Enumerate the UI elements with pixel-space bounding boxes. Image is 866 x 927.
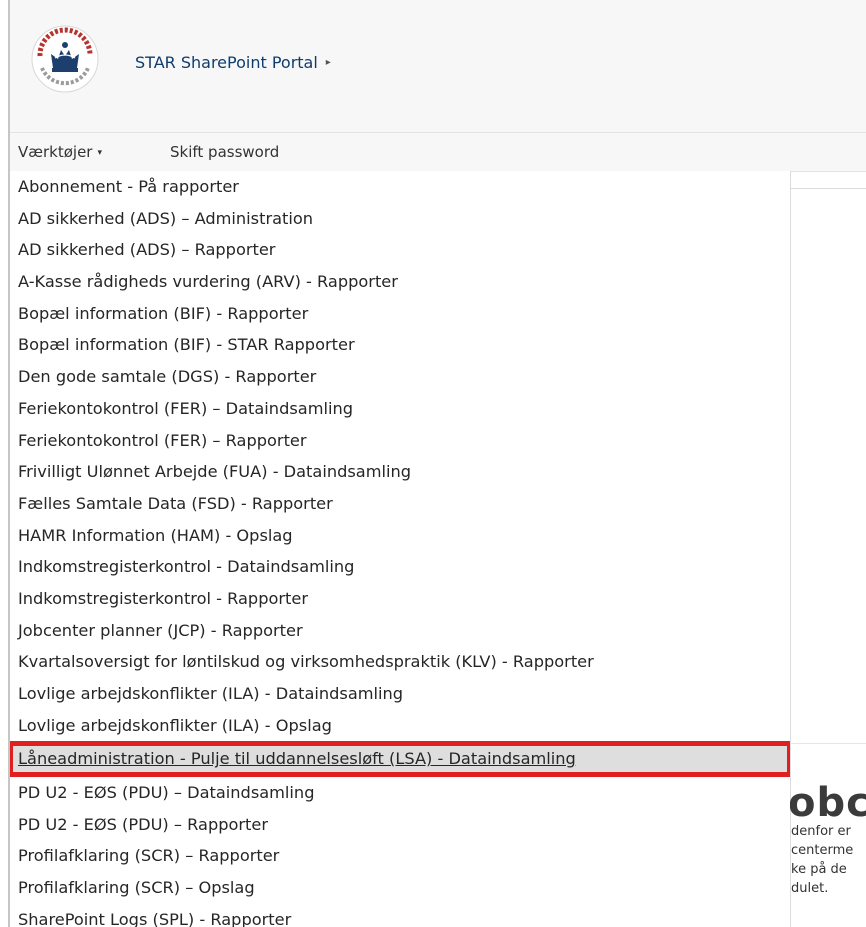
menu-item[interactable]: Feriekontokontrol (FER) – Rapporter <box>10 425 790 457</box>
menu-item[interactable]: AD sikkerhed (ADS) – Rapporter <box>10 234 790 266</box>
menu-item[interactable]: A-Kasse rådigheds vurdering (ARV) - Rapp… <box>10 266 790 298</box>
menu-item[interactable]: Lovlige arbejdskonflikter (ILA) - Datain… <box>10 678 790 710</box>
menu-item[interactable]: Bopæl information (BIF) - STAR Rapporter <box>10 329 790 361</box>
menu-item[interactable]: Fælles Samtale Data (FSD) - Rapporter <box>10 488 790 520</box>
background-text-line: denfor er <box>791 824 851 839</box>
menu-item[interactable]: Bopæl information (BIF) - Rapporter <box>10 298 790 330</box>
menu-item[interactable]: Feriekontokontrol (FER) – Dataindsamling <box>10 393 790 425</box>
menu-item[interactable]: Profilafklaring (SCR) – Opslag <box>10 872 790 904</box>
menu-item[interactable]: Kvartalsoversigt for løntilskud og virks… <box>10 646 790 678</box>
menu-item[interactable]: Abonnement - På rapporter <box>10 171 790 203</box>
menu-item[interactable]: SharePoint Logs (SPL) - Rapporter <box>10 904 790 927</box>
menu-item[interactable]: Indkomstregisterkontrol - Dataindsamling <box>10 551 790 583</box>
site-title-text: STAR SharePoint Portal <box>135 53 318 72</box>
tools-menu-label: Værktøjer <box>18 143 93 161</box>
menu-item[interactable]: Frivilligt Ulønnet Arbejde (FUA) - Datai… <box>10 456 790 488</box>
breadcrumb-arrow-icon: ▸ <box>325 57 331 68</box>
background-text-line: dulet. <box>791 881 829 896</box>
change-password-link[interactable]: Skift password <box>170 143 279 161</box>
menu-item[interactable]: Indkomstregisterkontrol - Rapporter <box>10 583 790 615</box>
site-header: STAR SharePoint Portal ▸ <box>10 0 866 133</box>
site-logo[interactable] <box>30 24 100 94</box>
top-toolbar: Værktøjer ▾ Skift password <box>10 133 866 172</box>
menu-item[interactable]: Profilafklaring (SCR) – Rapporter <box>10 840 790 872</box>
menu-item[interactable]: Jobcenter planner (JCP) - Rapporter <box>10 615 790 647</box>
caret-down-icon: ▾ <box>97 148 102 158</box>
tools-dropdown-menu: Abonnement - På rapporter AD sikkerhed (… <box>10 171 790 927</box>
menu-item[interactable]: PD U2 - EØS (PDU) – Dataindsamling <box>10 777 790 809</box>
background-text-line: ke på de <box>791 862 847 877</box>
background-text-line: centerme <box>791 843 854 858</box>
menu-item[interactable]: Lovlige arbejdskonflikter (ILA) - Opslag <box>10 710 790 742</box>
menu-item-highlighted[interactable]: Låneadministration - Pulje til uddannels… <box>10 741 790 778</box>
menu-item[interactable]: PD U2 - EØS (PDU) – Rapporter <box>10 809 790 841</box>
menu-item[interactable]: Den gode samtale (DGS) - Rapporter <box>10 361 790 393</box>
content-divider <box>790 188 866 189</box>
tools-menu-button[interactable]: Værktøjer ▾ <box>18 143 102 161</box>
background-heading-fragment: obc <box>788 780 866 826</box>
content-divider <box>790 743 866 744</box>
menu-item[interactable]: AD sikkerhed (ADS) – Administration <box>10 203 790 235</box>
menu-item[interactable]: HAMR Information (HAM) - Opslag <box>10 520 790 552</box>
crown-seal-icon <box>31 25 99 93</box>
site-title-link[interactable]: STAR SharePoint Portal ▸ <box>135 53 331 72</box>
